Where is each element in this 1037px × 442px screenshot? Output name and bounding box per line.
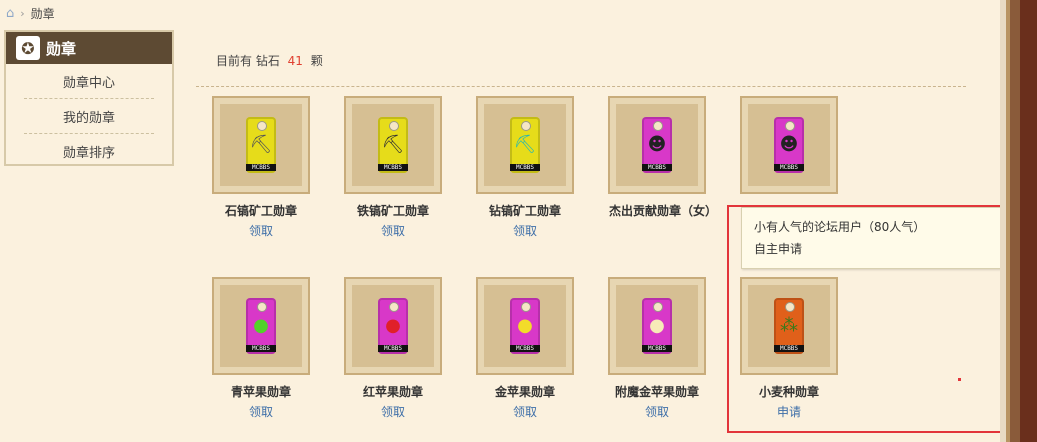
green-apple-icon: ● bbox=[253, 314, 269, 336]
popular-user-icon: ☻ bbox=[779, 133, 799, 155]
medal-frame[interactable]: ⛏ MCBBS bbox=[212, 96, 310, 194]
golden-apple-icon: ● bbox=[517, 314, 533, 336]
tag-hole bbox=[653, 302, 663, 312]
apply-link[interactable]: 申请 bbox=[741, 403, 837, 420]
mcbbs-label: MCBBS bbox=[510, 345, 540, 352]
sidebar: ✪ 勋章 勋章中心 我的勋章 勋章排序 bbox=[4, 30, 174, 166]
medal-item: ⛏ MCBBS 铁镐矿工勋章 领取 bbox=[344, 96, 442, 239]
mcbbs-label: MCBBS bbox=[774, 164, 804, 171]
claim-link[interactable]: 领取 bbox=[609, 403, 705, 420]
tag-hole bbox=[521, 302, 531, 312]
medal-frame[interactable]: ⛏ MCBBS bbox=[476, 96, 574, 194]
medal-name: 石镐矿工勋章 bbox=[224, 204, 297, 218]
pickaxe-icon: ⛏ bbox=[249, 133, 273, 155]
sidebar-header: ✪ 勋章 bbox=[6, 32, 172, 64]
mcbbs-label: MCBBS bbox=[378, 345, 408, 352]
sidebar-item-medal-sort[interactable]: 勋章排序 bbox=[24, 134, 154, 168]
red-apple-icon: ● bbox=[385, 314, 401, 336]
medal-name: 小麦种勋章 bbox=[758, 385, 819, 399]
medal-tooltip: 小有人气的论坛用户（80人气） 自主申请 bbox=[741, 207, 1022, 269]
medal-item: ⛏ MCBBS 石镐矿工勋章 领取 bbox=[212, 96, 310, 239]
medal-tag: ⛏ MCBBS bbox=[510, 117, 540, 173]
medal-name: 金苹果勋章 bbox=[494, 385, 555, 399]
medal-item: ● MCBBS 附魔金苹果勋章 领取 bbox=[608, 277, 706, 420]
mcbbs-label: MCBBS bbox=[642, 345, 672, 352]
diamond-prefix: 目前有 钻石 bbox=[216, 54, 280, 68]
wheat-seeds-icon: ⁂ bbox=[780, 314, 798, 336]
diamond-suffix: 颗 bbox=[310, 54, 323, 68]
claim-link[interactable]: 领取 bbox=[477, 222, 573, 239]
pickaxe-icon: ⛏ bbox=[381, 133, 405, 155]
medal-tag: ☻ MCBBS bbox=[774, 117, 804, 173]
medal-tag: ⁂ MCBBS bbox=[774, 298, 804, 354]
medal-tag: ● MCBBS bbox=[510, 298, 540, 354]
medal-item: ☻ MCBBS bbox=[740, 96, 838, 194]
claim-link[interactable]: 领取 bbox=[213, 403, 309, 420]
medal-name: 杰出贡献勋章（女） bbox=[609, 204, 718, 218]
medal-item: ⛏ MCBBS 钻镐矿工勋章 领取 bbox=[476, 96, 574, 239]
breadcrumb-current[interactable]: 勋章 bbox=[31, 5, 55, 22]
sidebar-item-my-medals[interactable]: 我的勋章 bbox=[24, 99, 154, 134]
mcbbs-label: MCBBS bbox=[774, 345, 804, 352]
medal-name: 青苹果勋章 bbox=[230, 385, 291, 399]
medal-name: 红苹果勋章 bbox=[362, 385, 423, 399]
enchanted-golden-apple-icon: ● bbox=[649, 314, 665, 336]
medal-frame[interactable]: ⁂ MCBBS bbox=[740, 277, 838, 375]
diamond-summary: 目前有 钻石 41 颗 bbox=[216, 52, 323, 69]
medal-item: ● MCBBS 红苹果勋章 领取 bbox=[344, 277, 442, 420]
mcbbs-label: MCBBS bbox=[246, 164, 276, 171]
pickaxe-icon: ⛏ bbox=[513, 133, 537, 155]
medal-frame[interactable]: ● MCBBS bbox=[344, 277, 442, 375]
tag-hole bbox=[785, 121, 795, 131]
claim-link[interactable]: 领取 bbox=[477, 403, 573, 420]
sidebar-title: 勋章 bbox=[46, 39, 77, 58]
home-icon[interactable]: ⌂ bbox=[6, 6, 14, 21]
female-avatar-icon: ☻ bbox=[647, 133, 667, 155]
mcbbs-label: MCBBS bbox=[510, 164, 540, 171]
medal-tag: ☻ MCBBS bbox=[642, 117, 672, 173]
tag-hole bbox=[521, 121, 531, 131]
medal-item: ⁂ MCBBS 小麦种勋章 申请 bbox=[740, 277, 838, 420]
tag-hole bbox=[785, 302, 795, 312]
right-rail bbox=[1000, 0, 1037, 442]
tag-hole bbox=[653, 121, 663, 131]
divider bbox=[196, 86, 966, 87]
mcbbs-label: MCBBS bbox=[642, 164, 672, 171]
medal-tag: ● MCBBS bbox=[378, 298, 408, 354]
tooltip-description: 小有人气的论坛用户（80人气） bbox=[754, 220, 926, 234]
mcbbs-label: MCBBS bbox=[378, 164, 408, 171]
medal-tag: ⛏ MCBBS bbox=[378, 117, 408, 173]
claim-link[interactable]: 领取 bbox=[345, 403, 441, 420]
claim-link[interactable]: 领取 bbox=[213, 222, 309, 239]
medal-name: 附魔金苹果勋章 bbox=[614, 385, 699, 399]
mcbbs-label: MCBBS bbox=[246, 345, 276, 352]
medal-item: ● MCBBS 金苹果勋章 领取 bbox=[476, 277, 574, 420]
medal-item: ☻ MCBBS 杰出贡献勋章（女） bbox=[608, 96, 718, 219]
diamond-count: 41 bbox=[287, 54, 303, 68]
sidebar-item-medal-center[interactable]: 勋章中心 bbox=[24, 64, 154, 99]
claim-link[interactable]: 领取 bbox=[345, 222, 441, 239]
medal-frame[interactable]: ⛏ MCBBS bbox=[344, 96, 442, 194]
medal-frame[interactable]: ● MCBBS bbox=[608, 277, 706, 375]
tooltip-requirement: 自主申请 bbox=[754, 242, 803, 256]
medal-tag: ⛏ MCBBS bbox=[246, 117, 276, 173]
tag-hole bbox=[389, 302, 399, 312]
tag-hole bbox=[389, 121, 399, 131]
medal-item: ● MCBBS 青苹果勋章 领取 bbox=[212, 277, 310, 420]
medal-frame[interactable]: ☻ MCBBS bbox=[740, 96, 838, 194]
medal-icon: ✪ bbox=[16, 36, 40, 60]
medal-name: 铁镐矿工勋章 bbox=[356, 204, 429, 218]
red-marker bbox=[958, 378, 961, 381]
medal-frame[interactable]: ● MCBBS bbox=[212, 277, 310, 375]
breadcrumb-separator: › bbox=[20, 6, 25, 20]
medal-frame[interactable]: ☻ MCBBS bbox=[608, 96, 706, 194]
tag-hole bbox=[257, 121, 267, 131]
medal-tag: ● MCBBS bbox=[642, 298, 672, 354]
medal-tag: ● MCBBS bbox=[246, 298, 276, 354]
medal-name: 钻镐矿工勋章 bbox=[488, 204, 561, 218]
medal-frame[interactable]: ● MCBBS bbox=[476, 277, 574, 375]
breadcrumb: ⌂ › 勋章 bbox=[6, 4, 55, 22]
tag-hole bbox=[257, 302, 267, 312]
